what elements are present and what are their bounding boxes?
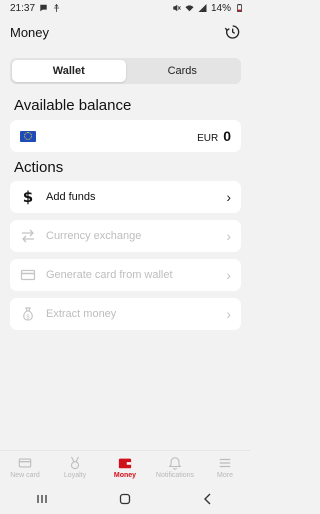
chevron-right-icon: ›	[226, 228, 231, 244]
nav-notifications-label: Notifications	[155, 472, 195, 479]
nav-loyalty[interactable]: Loyalty	[50, 451, 100, 484]
exchange-icon	[20, 228, 36, 244]
nav-new-card-label: New card	[10, 472, 40, 479]
message-icon	[40, 4, 47, 12]
generate-card-button[interactable]: Generate card from wallet ›	[10, 259, 241, 291]
available-balance-title: Available balance	[14, 97, 132, 114]
medal-icon	[70, 456, 80, 470]
bottom-nav: New card Loyalty Money Notifications Mor…	[0, 450, 250, 484]
generate-card-label: Generate card from wallet	[46, 269, 173, 281]
nav-notifications[interactable]: Notifications	[150, 451, 200, 484]
mute-icon	[173, 4, 181, 12]
system-nav-bar	[0, 484, 250, 514]
actions-title: Actions	[14, 159, 64, 176]
bell-icon	[168, 457, 182, 470]
balance-amount: 0	[223, 128, 231, 144]
page-title: Money	[10, 24, 50, 40]
card-icon	[18, 458, 32, 468]
currency-exchange-label: Currency exchange	[46, 230, 142, 242]
battery-percent: 14%	[210, 2, 231, 14]
add-funds-button[interactable]: $ Add funds ›	[10, 181, 241, 213]
currency-exchange-button[interactable]: Currency exchange ›	[10, 220, 241, 252]
svg-text:$: $	[26, 314, 30, 321]
wifi-icon	[185, 5, 194, 12]
signal-icon	[198, 4, 207, 12]
back-icon[interactable]	[202, 493, 214, 505]
add-funds-label: Add funds	[46, 191, 96, 203]
extract-money-label: Extract money	[46, 308, 117, 320]
money-bag-icon: $	[20, 306, 36, 322]
nav-loyalty-label: Loyalty	[63, 472, 87, 479]
wallet-icon	[118, 458, 132, 469]
chevron-right-icon: ›	[226, 189, 231, 205]
tab-cards[interactable]: Cards	[126, 60, 240, 82]
status-time: 21:37	[10, 2, 36, 14]
usb-icon	[54, 4, 59, 12]
svg-text:$: $	[23, 189, 33, 205]
home-icon[interactable]	[119, 493, 131, 505]
extract-money-button[interactable]: $ Extract money ›	[10, 298, 241, 330]
tab-wallet[interactable]: Wallet	[12, 60, 126, 82]
nav-more[interactable]: More	[200, 451, 250, 484]
wallet-cards-tabs: Wallet Cards	[10, 58, 241, 84]
status-bar: 21:37 14%	[0, 0, 250, 16]
chevron-right-icon: ›	[226, 306, 231, 322]
nav-new-card[interactable]: New card	[0, 451, 50, 484]
history-icon[interactable]	[224, 24, 240, 40]
nav-money-label: Money	[113, 472, 137, 479]
dollar-icon: $	[20, 189, 36, 205]
balance-card[interactable]: EUR 0	[10, 120, 241, 152]
eu-flag-icon	[20, 130, 36, 142]
card-icon	[20, 267, 36, 283]
currency-code: EUR	[197, 133, 219, 144]
recent-apps-icon[interactable]	[36, 493, 48, 505]
battery-icon	[237, 4, 242, 12]
nav-money[interactable]: Money	[100, 451, 150, 484]
app-header: Money	[0, 18, 250, 46]
chevron-right-icon: ›	[226, 267, 231, 283]
nav-more-label: More	[217, 472, 233, 479]
menu-icon	[219, 458, 231, 468]
